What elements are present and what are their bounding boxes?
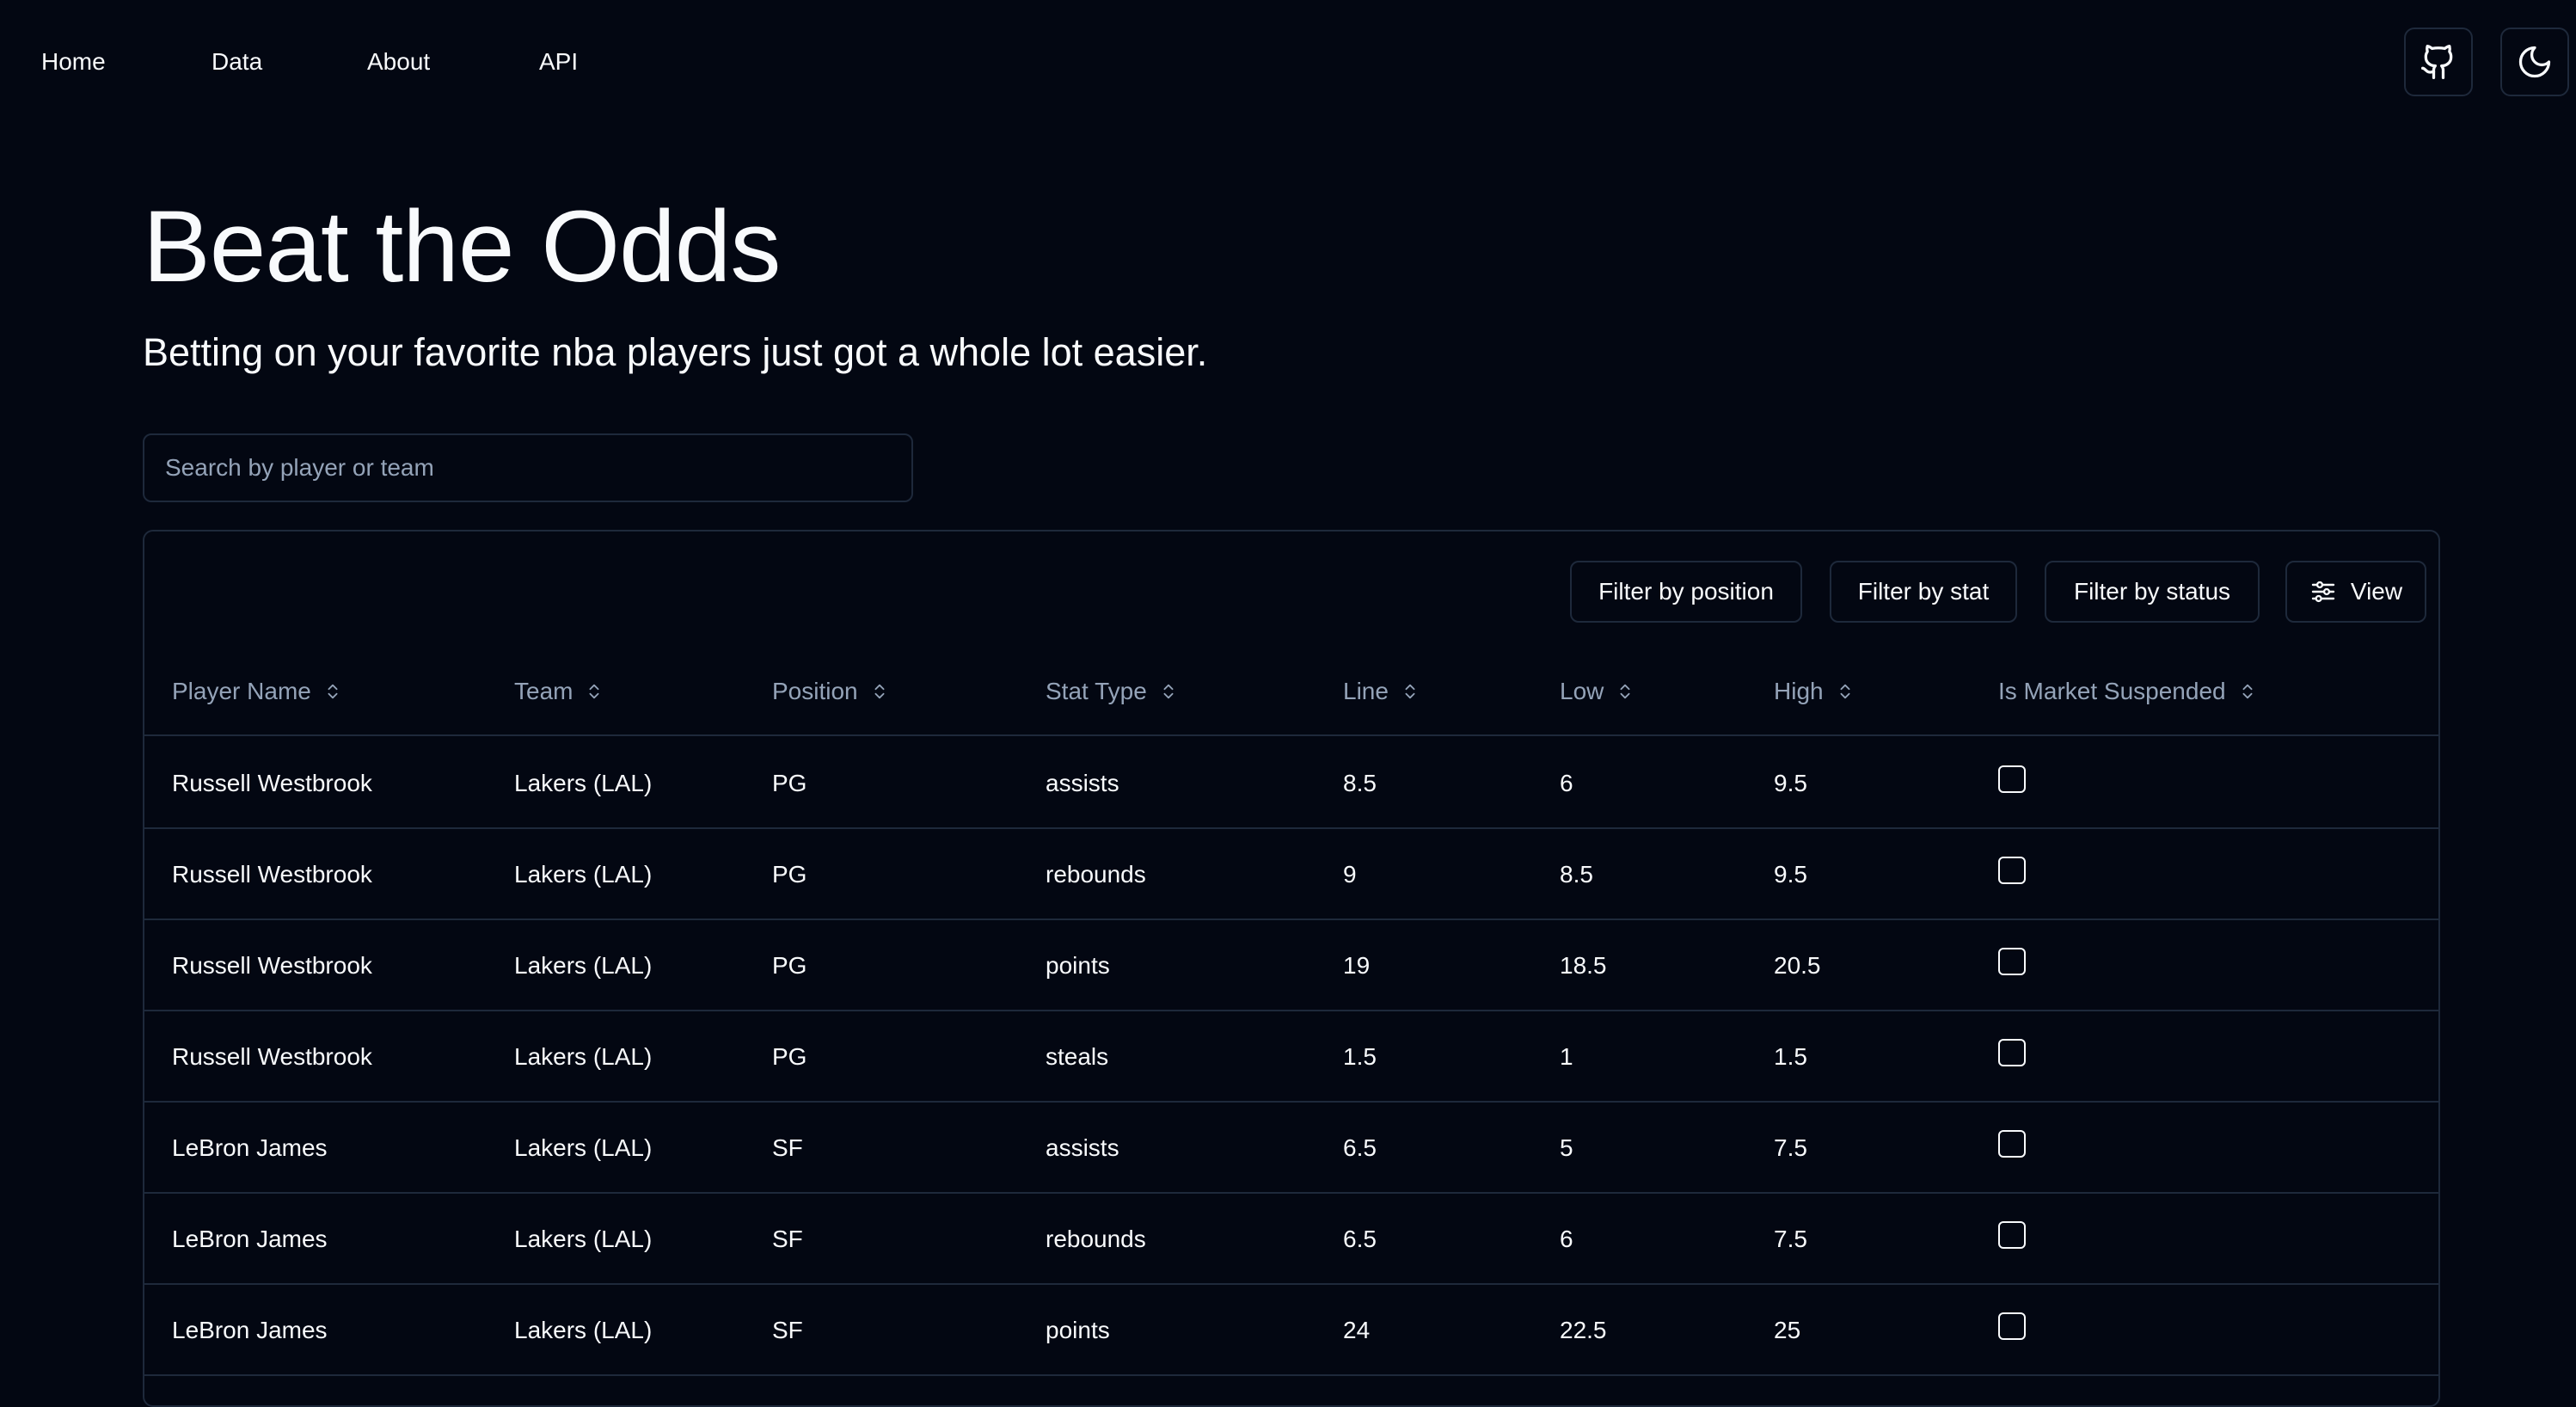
sliders-icon <box>2311 581 2335 603</box>
column-header-position[interactable]: Position <box>772 674 889 709</box>
cell-low: 22.5 <box>1560 1317 1607 1343</box>
column-header-player-name[interactable]: Player Name <box>172 674 342 709</box>
cell-line: 9 <box>1343 861 1357 888</box>
cell-stat-type: rebounds <box>1046 1226 1146 1252</box>
data-table-card: Filter by position Filter by stat Filter… <box>143 530 2440 1407</box>
nav-home-link[interactable]: Home <box>41 46 106 77</box>
cell-position: SF <box>772 1134 803 1161</box>
page-subtitle: Betting on your favorite nba players jus… <box>143 330 1208 374</box>
cell-position: PG <box>772 861 807 888</box>
market-suspended-checkbox[interactable] <box>1998 1221 2026 1249</box>
market-suspended-checkbox[interactable] <box>1998 948 2026 975</box>
cell-player-name: Russell Westbrook <box>172 861 372 888</box>
cell-player-name: Russell Westbrook <box>172 952 372 979</box>
table-row[interactable]: Russell Westbrook Lakers (LAL) PG steals… <box>144 1011 2438 1103</box>
cell-team: Lakers (LAL) <box>514 1317 653 1343</box>
sort-icon <box>1840 684 1850 699</box>
sort-icon <box>1405 684 1415 699</box>
cell-stat-type: points <box>1046 952 1110 979</box>
cell-high: 25 <box>1774 1317 1801 1343</box>
search-input[interactable] <box>143 433 913 502</box>
nav-data-link[interactable]: Data <box>212 46 262 77</box>
cell-stat-type: points <box>1046 1317 1110 1343</box>
table-row[interactable]: LeBron James Lakers (LAL) SF assists 6.5… <box>144 1103 2438 1194</box>
theme-toggle-button[interactable] <box>2500 28 2569 96</box>
market-suspended-checkbox[interactable] <box>1998 1039 2026 1066</box>
cell-low: 1 <box>1560 1043 1573 1070</box>
cell-player-name: Russell Westbrook <box>172 770 372 796</box>
cell-line: 1.5 <box>1343 1043 1377 1070</box>
sort-icon <box>1163 684 1174 699</box>
cell-low: 8.5 <box>1560 861 1593 888</box>
nav-about-link[interactable]: About <box>367 46 430 77</box>
cell-low: 6 <box>1560 770 1573 796</box>
nav-api-link[interactable]: API <box>539 46 578 77</box>
cell-low: 5 <box>1560 1134 1573 1161</box>
top-nav: Home Data About API <box>0 0 2576 124</box>
cell-stat-type: steals <box>1046 1043 1109 1070</box>
cell-line: 6.5 <box>1343 1226 1377 1252</box>
cell-high: 7.5 <box>1774 1226 1807 1252</box>
cell-high: 20.5 <box>1774 952 1821 979</box>
cell-position: PG <box>772 1043 807 1070</box>
cell-player-name: LeBron James <box>172 1134 328 1161</box>
cell-high: 9.5 <box>1774 770 1807 796</box>
sort-icon <box>1620 684 1630 699</box>
cell-player-name: Russell Westbrook <box>172 1043 372 1070</box>
cell-stat-type: assists <box>1046 770 1119 796</box>
cell-position: SF <box>772 1226 803 1252</box>
view-options-button[interactable]: View <box>2285 561 2426 623</box>
sort-icon <box>874 684 885 699</box>
cell-high: 7.5 <box>1774 1134 1807 1161</box>
cell-team: Lakers (LAL) <box>514 1043 653 1070</box>
table-row[interactable]: Russell Westbrook Lakers (LAL) PG reboun… <box>144 829 2438 920</box>
market-suspended-checkbox[interactable] <box>1998 765 2026 793</box>
table-header-row: Player Name Team Position Stat Type Line… <box>144 647 2438 736</box>
cell-position: PG <box>772 770 807 796</box>
cell-line: 8.5 <box>1343 770 1377 796</box>
cell-high: 9.5 <box>1774 861 1807 888</box>
cell-team: Lakers (LAL) <box>514 861 653 888</box>
cell-stat-type: assists <box>1046 1134 1119 1161</box>
column-header-team[interactable]: Team <box>514 674 604 709</box>
market-suspended-checkbox[interactable] <box>1998 857 2026 884</box>
cell-position: SF <box>772 1317 803 1343</box>
github-icon <box>2421 45 2453 79</box>
column-header-line[interactable]: Line <box>1343 674 1420 709</box>
view-button-label: View <box>2350 578 2403 605</box>
cell-player-name: LeBron James <box>172 1317 328 1343</box>
cell-team: Lakers (LAL) <box>514 1134 653 1161</box>
cell-team: Lakers (LAL) <box>514 1226 653 1252</box>
filter-position-button[interactable]: Filter by position <box>1570 561 1802 623</box>
cell-high: 1.5 <box>1774 1043 1807 1070</box>
sort-icon <box>328 684 338 699</box>
cell-stat-type: rebounds <box>1046 861 1146 888</box>
sort-icon <box>2242 684 2253 699</box>
cell-line: 6.5 <box>1343 1134 1377 1161</box>
filter-stat-button[interactable]: Filter by stat <box>1830 561 2017 623</box>
cell-line: 19 <box>1343 952 1371 979</box>
page-title: Beat the Odds <box>143 190 781 304</box>
table-row[interactable]: Russell Westbrook Lakers (LAL) PG points… <box>144 920 2438 1011</box>
github-button[interactable] <box>2404 28 2473 96</box>
column-header-high[interactable]: High <box>1774 674 1855 709</box>
filter-status-button[interactable]: Filter by status <box>2045 561 2260 623</box>
cell-low: 6 <box>1560 1226 1573 1252</box>
table-row[interactable]: Russell Westbrook Lakers (LAL) PG assist… <box>144 738 2438 829</box>
cell-position: PG <box>772 952 807 979</box>
table-row[interactable]: LeBron James Lakers (LAL) SF rebounds 6.… <box>144 1194 2438 1285</box>
cell-team: Lakers (LAL) <box>514 770 653 796</box>
column-header-is-market-suspended[interactable]: Is Market Suspended <box>1998 674 2257 709</box>
table-row[interactable]: LeBron James Lakers (LAL) SF points 24 2… <box>144 1285 2438 1376</box>
market-suspended-checkbox[interactable] <box>1998 1130 2026 1158</box>
market-suspended-checkbox[interactable] <box>1998 1312 2026 1340</box>
column-header-stat-type[interactable]: Stat Type <box>1046 674 1178 709</box>
column-header-low[interactable]: Low <box>1560 674 1635 709</box>
cell-player-name: LeBron James <box>172 1226 328 1252</box>
cell-low: 18.5 <box>1560 952 1607 979</box>
cell-line: 24 <box>1343 1317 1371 1343</box>
sort-icon <box>589 684 599 699</box>
moon-icon <box>2518 46 2551 78</box>
cell-team: Lakers (LAL) <box>514 952 653 979</box>
